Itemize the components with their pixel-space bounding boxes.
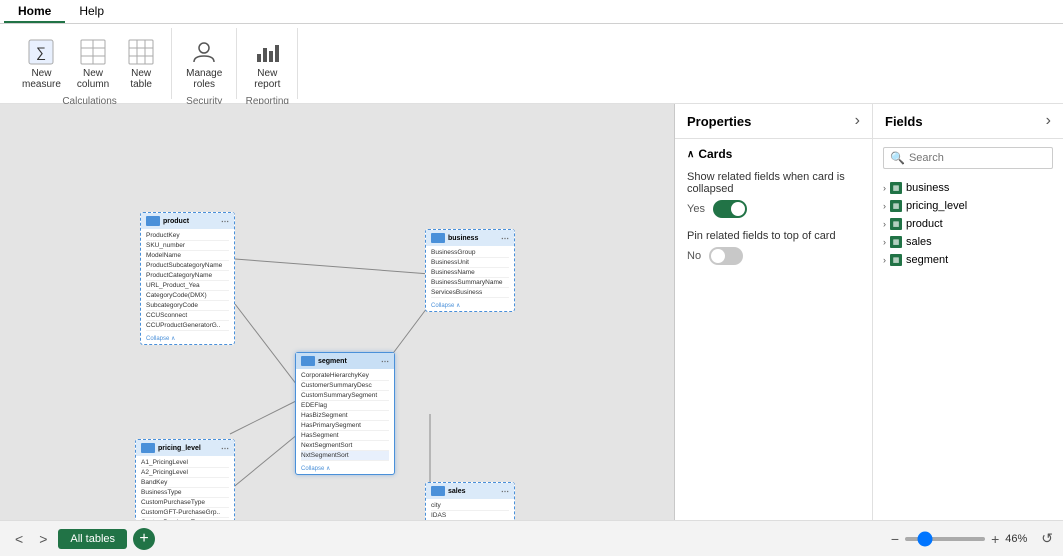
field-label-segment: segment (906, 254, 948, 266)
refresh-btn[interactable]: ↺ (1041, 530, 1053, 547)
tab-help[interactable]: Help (65, 0, 118, 23)
properties-title: Properties (687, 114, 751, 129)
show-related-label: Show related fields when card is collaps… (687, 171, 860, 195)
table-icon-business: ▦ (890, 182, 902, 194)
field-item-sales[interactable]: › ▦ sales (873, 233, 1063, 251)
canvas-area: product ⋯ ProductKey SKU_number ModelNam… (0, 104, 675, 520)
zoom-minus-btn[interactable]: − (891, 531, 899, 547)
business-table-name: business (448, 235, 478, 242)
pin-related-label: Pin related fields to top of card (687, 230, 860, 242)
cards-chevron-icon: ∧ (687, 149, 694, 160)
new-measure-button[interactable]: ∑ Newmeasure (16, 32, 67, 94)
pin-related-value: No (687, 250, 701, 262)
zoom-slider[interactable] (905, 537, 985, 541)
segment-collapse[interactable]: Collapse ∧ (296, 463, 394, 474)
field-item-business[interactable]: › ▦ business (873, 179, 1063, 197)
zoom-level: 46% (1005, 533, 1035, 545)
product-collapse[interactable]: Collapse ∧ (141, 333, 234, 344)
table-segment[interactable]: segment ⋯ CorporateHierarchyKey Customer… (295, 352, 395, 475)
new-measure-label: Newmeasure (22, 68, 61, 90)
table-icon-pricing: ▦ (890, 200, 902, 212)
tab-home[interactable]: Home (4, 0, 65, 23)
expand-segment-icon: › (883, 255, 886, 265)
new-report-button[interactable]: Newreport (245, 32, 289, 94)
table-icon-segment: ▦ (890, 254, 902, 266)
properties-collapse-btn[interactable]: › (855, 112, 860, 130)
add-table-btn[interactable]: + (133, 528, 155, 550)
show-related-value: Yes (687, 203, 705, 215)
table-business[interactable]: business ⋯ BusinessGroup BusinessUnit Bu… (425, 229, 515, 312)
fields-collapse-btn[interactable]: › (1046, 112, 1051, 130)
sales-table-name: sales (448, 488, 466, 495)
expand-product-icon: › (883, 219, 886, 229)
field-label-product: product (906, 218, 943, 230)
new-column-label: Newcolumn (77, 68, 109, 90)
field-item-pricing-level[interactable]: › ▦ pricing_level (873, 197, 1063, 215)
manage-roles-label: Manageroles (186, 68, 222, 90)
svg-text:∑: ∑ (36, 44, 46, 60)
new-table-label: Newtable (130, 68, 152, 90)
fields-panel: Fields › 🔍 › ▦ business › ▦ pricing_leve… (873, 104, 1063, 520)
pricing-level-table-name: pricing_level (158, 445, 201, 452)
fields-search-input[interactable] (909, 152, 1051, 164)
fields-title: Fields (885, 114, 923, 129)
field-label-sales: sales (906, 236, 932, 248)
manage-roles-button[interactable]: Manageroles (180, 32, 228, 94)
field-label-business: business (906, 182, 949, 194)
table-product[interactable]: product ⋯ ProductKey SKU_number ModelNam… (140, 212, 235, 345)
search-icon: 🔍 (890, 151, 905, 165)
product-table-name: product (163, 218, 189, 225)
nav-right-btn[interactable]: > (34, 529, 52, 549)
field-tree: › ▦ business › ▦ pricing_level › ▦ produ… (873, 177, 1063, 520)
business-collapse[interactable]: Collapse ∧ (426, 300, 514, 311)
table-icon-sales: ▦ (890, 236, 902, 248)
status-bar: < > All tables + − + 46% ↺ (0, 520, 1063, 556)
field-item-product[interactable]: › ▦ product (873, 215, 1063, 233)
new-column-button[interactable]: Newcolumn (71, 32, 115, 94)
table-sales[interactable]: sales ⋯ city IDAS price sales time Colla… (425, 482, 515, 520)
field-item-segment[interactable]: › ▦ segment (873, 251, 1063, 269)
table-pricing-level[interactable]: pricing_level ⋯ A1_PricingLevel A2_Prici… (135, 439, 235, 520)
expand-pricing-icon: › (883, 201, 886, 211)
segment-table-name: segment (318, 358, 347, 365)
field-label-pricing: pricing_level (906, 200, 967, 212)
pin-related-toggle[interactable] (709, 247, 743, 265)
nav-left-btn[interactable]: < (10, 529, 28, 549)
expand-business-icon: › (883, 183, 886, 193)
cards-section-header[interactable]: ∧ Cards (687, 147, 860, 161)
new-table-button[interactable]: Newtable (119, 32, 163, 94)
table-icon-product: ▦ (890, 218, 902, 230)
properties-panel: Properties › ∧ Cards Show related fields… (675, 104, 873, 520)
all-tables-btn[interactable]: All tables (58, 529, 127, 549)
expand-sales-icon: › (883, 237, 886, 247)
new-report-label: Newreport (254, 68, 280, 90)
show-related-toggle[interactable] (713, 200, 747, 218)
zoom-plus-btn[interactable]: + (991, 531, 999, 547)
